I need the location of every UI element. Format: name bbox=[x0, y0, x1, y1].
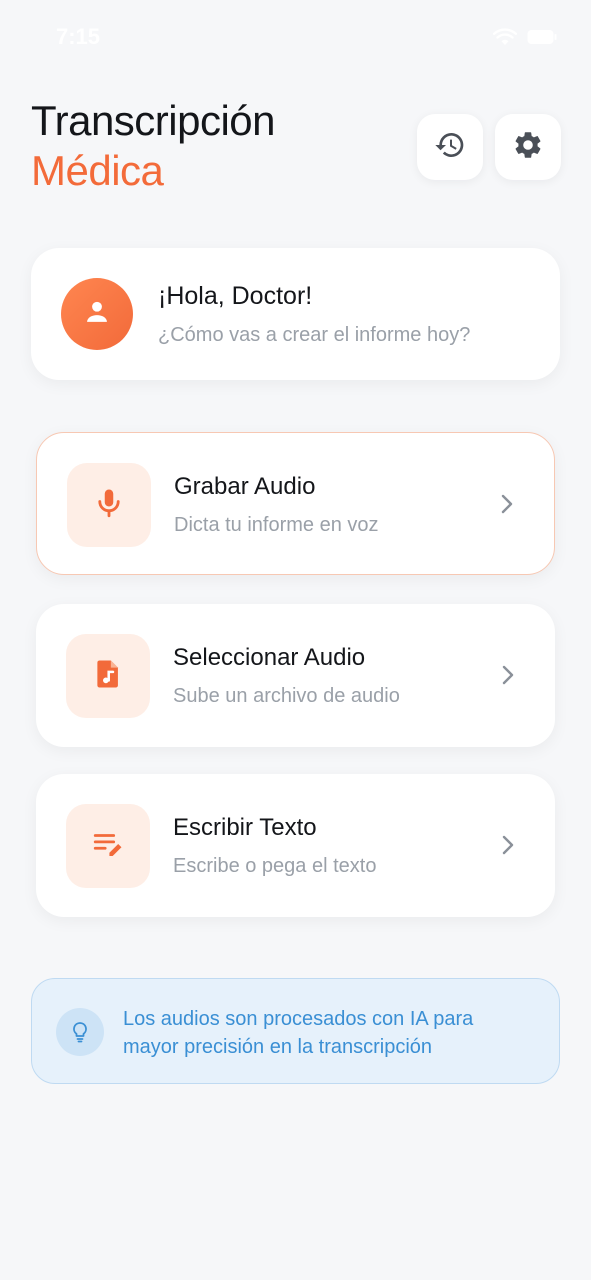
chevron-right-icon bbox=[501, 664, 515, 691]
select-audio-title: Seleccionar Audio bbox=[173, 644, 366, 671]
write-text-subtitle: Escribe o pega el texto bbox=[173, 855, 377, 877]
status-time: 7:15 bbox=[56, 24, 101, 49]
history-icon bbox=[434, 129, 466, 166]
home-screen: 7:15 Transcripción Médica ¡Hola, Doctor!… bbox=[0, 0, 591, 1280]
app-header: Transcripción Médica bbox=[31, 96, 561, 206]
avatar bbox=[61, 278, 133, 350]
greeting-title: ¡Hola, Doctor! bbox=[158, 282, 313, 310]
microphone-icon bbox=[92, 486, 126, 525]
status-icons bbox=[493, 28, 557, 46]
gear-icon bbox=[512, 129, 544, 166]
info-banner: Los audios son procesados con IA para ma… bbox=[31, 978, 560, 1084]
record-audio-option[interactable]: Grabar Audio Dicta tu informe en voz bbox=[36, 432, 555, 575]
history-button[interactable] bbox=[417, 114, 483, 180]
header-actions bbox=[417, 114, 561, 180]
write-text-title: Escribir Texto bbox=[173, 814, 317, 841]
edit-text-icon bbox=[91, 827, 125, 866]
record-audio-icon-box bbox=[67, 463, 151, 547]
user-icon bbox=[83, 298, 111, 331]
status-bar: 7:15 bbox=[0, 24, 591, 54]
chevron-right-icon bbox=[500, 493, 514, 520]
wifi-icon bbox=[493, 28, 517, 46]
battery-icon bbox=[527, 29, 557, 45]
greeting-subtitle: ¿Cómo vas a crear el informe hoy? bbox=[158, 324, 471, 346]
write-text-icon-box bbox=[66, 804, 150, 888]
record-audio-title: Grabar Audio bbox=[174, 473, 316, 500]
settings-button[interactable] bbox=[495, 114, 561, 180]
lightbulb-icon bbox=[56, 1008, 104, 1056]
greeting-card: ¡Hola, Doctor! ¿Cómo vas a crear el info… bbox=[31, 248, 560, 380]
select-audio-option[interactable]: Seleccionar Audio Sube un archivo de aud… bbox=[36, 604, 555, 747]
audio-file-icon bbox=[91, 657, 125, 696]
info-text: Los audios son procesados con IA para ma… bbox=[123, 1008, 474, 1058]
chevron-right-icon bbox=[501, 834, 515, 861]
select-audio-subtitle: Sube un archivo de audio bbox=[173, 685, 400, 707]
write-text-option[interactable]: Escribir Texto Escribe o pega el texto bbox=[36, 774, 555, 917]
record-audio-subtitle: Dicta tu informe en voz bbox=[174, 514, 379, 536]
select-audio-icon-box bbox=[66, 634, 150, 718]
